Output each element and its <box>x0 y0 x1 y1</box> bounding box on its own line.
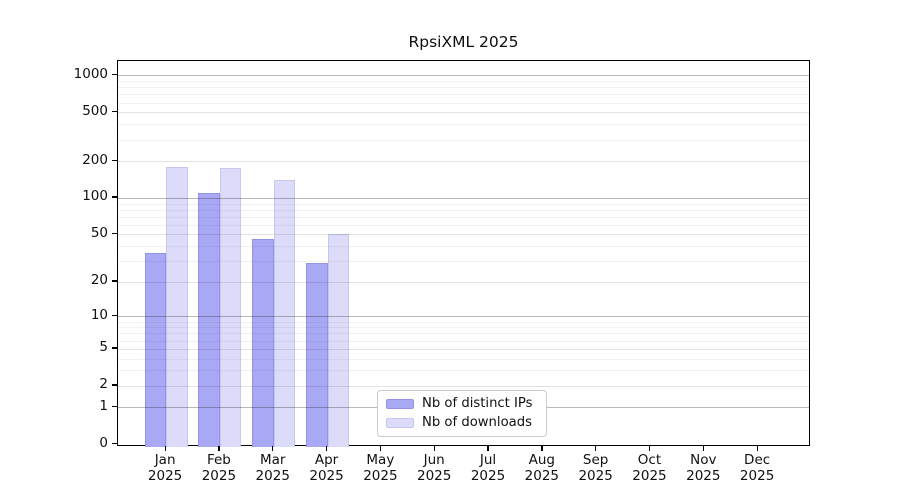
gridline-5 <box>118 348 809 350</box>
gridline-10 <box>118 316 809 318</box>
y-tick-label-10: 10 <box>90 306 108 323</box>
gridline-200 <box>118 161 809 163</box>
gridline-800 <box>118 87 809 89</box>
x-tick-jan <box>164 446 166 451</box>
x-tick-may <box>379 446 382 451</box>
gridline-500 <box>118 112 809 114</box>
gridline-6 <box>118 340 809 342</box>
y-tick-10 <box>112 314 117 317</box>
x-tick-label-jan: Jan 2025 <box>147 452 183 484</box>
plot-area <box>117 59 810 447</box>
chart-figure: RpsiXML 2025 0 1 2 5 10 20 50 100 200 500 1000 Jan… <box>0 0 900 500</box>
x-tick-jun <box>433 446 435 451</box>
x-tick-jul <box>487 446 489 451</box>
legend-label-distinct-ips: Nb of distinct IPs <box>422 396 533 411</box>
x-tick-label-jun: Jun 2025 <box>417 452 452 484</box>
bar-distinct-ips-mar <box>252 238 274 447</box>
y-tick-200 <box>112 159 117 161</box>
gridline-1000 <box>118 75 809 77</box>
y-tick-label-500: 500 <box>82 102 108 119</box>
y-tick-label-0: 0 <box>99 435 108 451</box>
y-tick-5 <box>112 347 117 349</box>
y-tick-label-1: 1 <box>99 397 108 414</box>
gridline-70 <box>118 216 809 218</box>
y-tick-1000 <box>112 73 117 76</box>
x-tick-label-may: May 2025 <box>363 452 398 484</box>
y-tick-label-1000: 1000 <box>73 65 108 82</box>
chart-title: RpsiXML 2025 <box>408 33 519 51</box>
gridline-300 <box>118 139 809 141</box>
y-tick-2 <box>112 384 117 386</box>
gridline-60 <box>118 224 809 226</box>
x-tick-label-aug: Aug 2025 <box>524 452 559 484</box>
gridline-7 <box>118 333 809 335</box>
x-tick-label-mar: Mar 2025 <box>255 452 290 484</box>
legend: Nb of distinct IPs Nb of downloads <box>377 390 547 437</box>
gridline-9 <box>118 321 809 323</box>
legend-swatch-downloads <box>386 418 414 428</box>
x-tick-label-dec: Dec 2025 <box>739 452 775 484</box>
gridline-600 <box>118 102 809 104</box>
x-tick-mar <box>272 446 274 451</box>
x-tick-dec <box>756 446 758 451</box>
bar-distinct-ips-feb <box>198 192 220 447</box>
y-tick-100 <box>112 196 117 198</box>
legend-label-downloads: Nb of downloads <box>422 415 532 430</box>
x-tick-sep <box>595 446 597 451</box>
y-tick-20 <box>112 280 117 282</box>
y-tick-label-100: 100 <box>82 188 108 205</box>
gridline-400 <box>118 124 809 126</box>
gridline-900 <box>118 81 809 83</box>
x-tick-apr <box>325 446 328 451</box>
gridline-8 <box>118 327 809 329</box>
x-tick-label-feb: Feb 2025 <box>201 452 237 484</box>
legend-item-downloads: Nb of downloads <box>386 415 546 431</box>
legend-swatch-distinct-ips <box>386 399 414 409</box>
x-tick-oct <box>648 446 651 451</box>
x-tick-nov <box>702 446 704 451</box>
x-tick-feb <box>218 446 220 451</box>
gridline-40 <box>118 246 809 248</box>
gridline-20 <box>118 281 809 283</box>
y-tick-label-50: 50 <box>90 224 108 241</box>
gridline-90 <box>118 203 809 205</box>
x-tick-label-sep: Sep 2025 <box>578 452 613 484</box>
x-tick-label-nov: Nov 2025 <box>686 452 721 484</box>
legend-item-distinct-ips: Nb of distinct IPs <box>386 396 546 412</box>
y-tick-label-200: 200 <box>82 151 108 168</box>
x-tick-label-jul: Jul 2025 <box>470 452 506 484</box>
x-tick-aug <box>541 446 543 451</box>
x-tick-label-oct: Oct 2025 <box>632 452 667 484</box>
gridline-2 <box>118 385 809 387</box>
y-tick-0 <box>112 443 117 445</box>
gridline-100 <box>118 197 809 199</box>
y-tick-500 <box>112 110 117 113</box>
gridline-80 <box>118 209 809 211</box>
y-tick-1 <box>112 405 117 408</box>
y-tick-label-20: 20 <box>90 272 108 289</box>
y-tick-label-2: 2 <box>99 376 108 393</box>
gridline-50 <box>118 234 809 236</box>
gridline-30 <box>118 261 809 263</box>
x-tick-label-apr: Apr 2025 <box>309 452 344 484</box>
bar-distinct-ips-apr <box>306 262 328 447</box>
y-tick-label-5: 5 <box>99 339 108 356</box>
gridline-3 <box>118 370 809 372</box>
gridline-700 <box>118 94 809 96</box>
y-tick-50 <box>112 232 117 235</box>
gridline-4 <box>118 358 809 360</box>
